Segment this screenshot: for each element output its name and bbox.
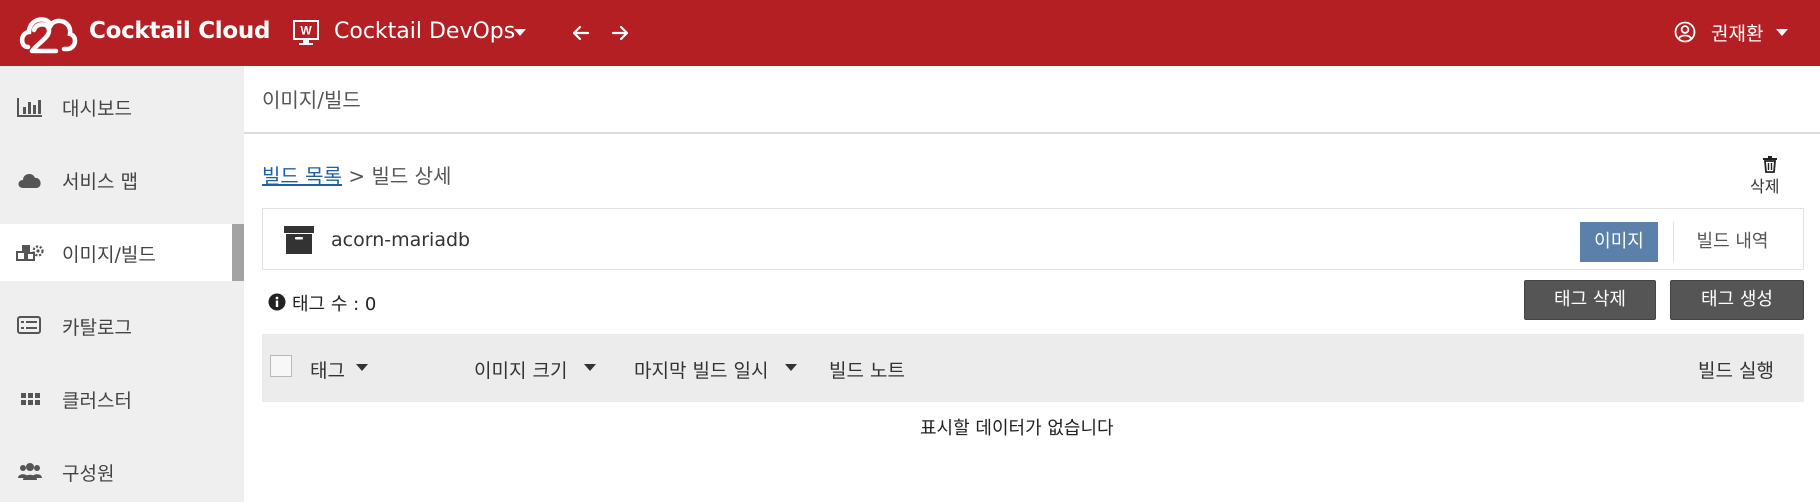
info-icon	[268, 293, 286, 311]
sidebar-item-label: 대시보드	[62, 98, 132, 120]
sidebar-item-label: 이미지/빌드	[62, 244, 156, 266]
workspace-icon-letter: W	[300, 24, 312, 38]
cubes-gear-icon	[16, 245, 44, 261]
empty-table-message: 표시할 데이터가 없습니다	[920, 418, 1114, 439]
divider	[244, 132, 1820, 134]
sort-caret-icon[interactable]	[785, 364, 797, 371]
bar-chart-icon	[17, 98, 42, 117]
sidebar-item-members[interactable]: 구성원	[0, 443, 244, 500]
cloud-icon	[18, 174, 41, 188]
breadcrumb-link-build-list[interactable]: 빌드 목록	[262, 164, 342, 188]
sidebar-item-images-builds[interactable]: 이미지/빌드	[0, 224, 244, 281]
trash-icon	[1763, 156, 1777, 173]
workspace-icon: W	[293, 20, 319, 45]
grid-icon	[21, 393, 40, 405]
delete-label: 삭제	[1750, 177, 1780, 196]
users-icon	[18, 463, 42, 480]
sidebar-item-label: 카탈로그	[62, 317, 132, 339]
sidebar-item-label: 서비스 맵	[62, 171, 138, 193]
delete-button[interactable]: 삭제	[1748, 154, 1792, 196]
select-all-checkbox[interactable]	[270, 355, 292, 377]
breadcrumb-separator: >	[348, 164, 366, 188]
sidebar-item-dashboard[interactable]: 대시보드	[0, 78, 244, 135]
image-header-card: acorn-mariadb 이미지 빌드 내역	[262, 208, 1804, 270]
archive-box-icon	[284, 226, 314, 254]
arrow-left-icon[interactable]	[568, 20, 594, 46]
user-menu[interactable]: 권재환	[1711, 19, 1763, 46]
image-name: acorn-mariadb	[331, 229, 471, 251]
column-header-build-run: 빌드 실행	[1698, 360, 1774, 382]
list-card-icon	[17, 316, 41, 334]
top-bar: Cocktail Cloud W Cocktail DevOps 권재환	[0, 0, 1820, 66]
tab-build-history[interactable]: 빌드 내역	[1673, 222, 1791, 262]
chevron-down-icon[interactable]	[514, 29, 526, 36]
brand-name[interactable]: Cocktail Cloud	[89, 18, 270, 44]
column-header-last-build[interactable]: 마지막 빌드 일시	[634, 356, 768, 383]
sidebar-item-cluster[interactable]: 클러스터	[0, 370, 244, 427]
sidebar-item-catalog[interactable]: 카탈로그	[0, 297, 244, 354]
table-header: 태그 이미지 크기 마지막 빌드 일시 빌드 노트 빌드 실행	[262, 334, 1804, 402]
breadcrumb: 빌드 목록 > 빌드 상세	[262, 160, 451, 189]
sidebar-item-label: 구성원	[62, 463, 115, 485]
cocktail-cloud-logo-icon[interactable]	[18, 9, 78, 57]
tag-count: 태그 수 : 0	[292, 294, 377, 315]
create-tag-button[interactable]: 태그 생성	[1670, 280, 1804, 320]
tab-image[interactable]: 이미지	[1580, 222, 1658, 262]
column-header-build-note: 빌드 노트	[829, 360, 905, 382]
workspace-selector[interactable]: Cocktail DevOps	[334, 19, 515, 44]
arrow-right-icon[interactable]	[607, 20, 633, 46]
chevron-down-icon[interactable]	[1776, 29, 1788, 36]
user-circle-icon[interactable]	[1674, 21, 1696, 43]
breadcrumb-current: 빌드 상세	[371, 164, 452, 188]
sort-caret-icon[interactable]	[584, 364, 596, 371]
page-title: 이미지/빌드	[262, 88, 361, 112]
sort-caret-icon[interactable]	[356, 364, 368, 371]
active-indicator	[232, 224, 244, 281]
sidebar-item-label: 클러스터	[62, 390, 132, 412]
column-header-tag[interactable]: 태그	[310, 356, 345, 383]
column-header-image-size[interactable]: 이미지 크기	[474, 356, 567, 383]
delete-tag-button[interactable]: 태그 삭제	[1524, 280, 1656, 320]
sidebar-item-service-map[interactable]: 서비스 맵	[0, 151, 244, 208]
sidebar: 대시보드 서비스 맵 이미지/빌드 카탈로그 클러스터 구성원	[0, 66, 244, 502]
